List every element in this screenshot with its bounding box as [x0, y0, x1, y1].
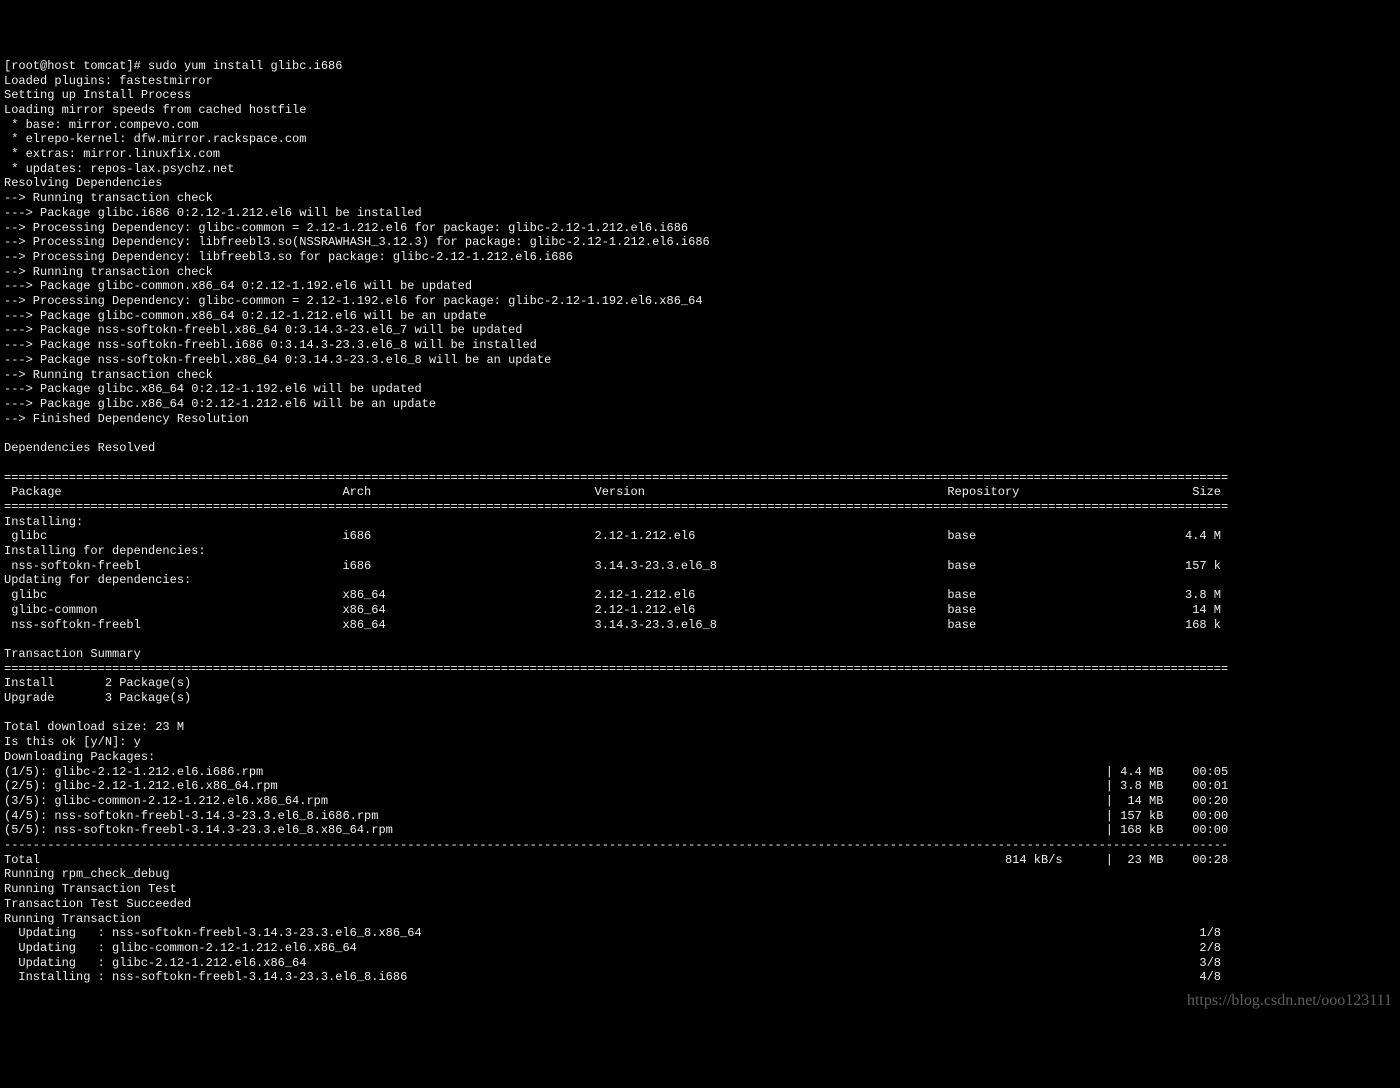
summary-line: Upgrade 3 Package(s) [4, 691, 191, 705]
output-line: Loading mirror speeds from cached hostfi… [4, 103, 306, 117]
output-line: Downloading Packages: [4, 750, 155, 764]
output-line: --> Running transaction check [4, 191, 213, 205]
shell-command[interactable]: sudo yum install glibc.i686 [148, 59, 342, 73]
terminal-output: [root@host tomcat]# sudo yum install gli… [4, 59, 1396, 985]
table-row: glibc i686 2.12-1.212.el6 base 4.4 M [4, 529, 1228, 543]
output-line: --> Processing Dependency: libfreebl3.so… [4, 235, 710, 249]
output-line: --> Running transaction check [4, 368, 213, 382]
summary-line: Install 2 Package(s) [4, 676, 191, 690]
download-line: (5/5): nss-softokn-freebl-3.14.3-23.3.el… [4, 823, 1228, 837]
transaction-step: Updating : glibc-common-2.12-1.212.el6.x… [4, 941, 1228, 955]
confirm-prompt: Is this ok [y/N]: [4, 735, 126, 749]
output-line: Running rpm_check_debug [4, 867, 170, 881]
download-total: Total 814 kB/s | 23 MB 00:28 [4, 853, 1228, 867]
output-line: ---> Package glibc.i686 0:2.12-1.212.el6… [4, 206, 422, 220]
hr-eq: ========================================… [4, 471, 1228, 485]
output-line: Running Transaction [4, 912, 141, 926]
watermark: https://blog.csdn.net/ooo123111 [1187, 994, 1392, 1009]
table-row: glibc-common x86_64 2.12-1.212.el6 base … [4, 603, 1228, 617]
hr-eq: ========================================… [4, 500, 1228, 514]
output-line: Setting up Install Process [4, 88, 191, 102]
output-line: --> Running transaction check [4, 265, 213, 279]
table-row: nss-softokn-freebl i686 3.14.3-23.3.el6_… [4, 559, 1228, 573]
output-line: --> Processing Dependency: glibc-common … [4, 294, 703, 308]
output-line: ---> Package nss-softokn-freebl.i686 0:3… [4, 338, 537, 352]
output-line: ---> Package glibc.x86_64 0:2.12-1.212.e… [4, 397, 436, 411]
section-title: Installing for dependencies: [4, 544, 206, 558]
download-line: (4/5): nss-softokn-freebl-3.14.3-23.3.el… [4, 809, 1228, 823]
hr-eq: ========================================… [4, 662, 1228, 676]
output-line: Resolving Dependencies [4, 176, 162, 190]
transaction-step: Installing : nss-softokn-freebl-3.14.3-2… [4, 970, 1228, 984]
download-line: (2/5): glibc-2.12-1.212.el6.x86_64.rpm |… [4, 779, 1228, 793]
output-line: --> Processing Dependency: libfreebl3.so… [4, 250, 573, 264]
section-title: Transaction Summary [4, 647, 141, 661]
output-line: Loaded plugins: fastestmirror [4, 74, 213, 88]
output-line: ---> Package glibc-common.x86_64 0:2.12-… [4, 309, 486, 323]
table-row: nss-softokn-freebl x86_64 3.14.3-23.3.el… [4, 618, 1228, 632]
transaction-step: Updating : nss-softokn-freebl-3.14.3-23.… [4, 926, 1228, 940]
hr-dash: ----------------------------------------… [4, 838, 1228, 852]
output-line: --> Processing Dependency: glibc-common … [4, 221, 688, 235]
output-line: * extras: mirror.linuxfix.com [4, 147, 220, 161]
shell-prompt: [root@host tomcat]# [4, 59, 141, 73]
output-line: ---> Package glibc-common.x86_64 0:2.12-… [4, 279, 472, 293]
table-header: Package Arch Version Repository Size [4, 485, 1228, 499]
transaction-step: Updating : glibc-2.12-1.212.el6.x86_64 3… [4, 956, 1228, 970]
output-line: ---> Package nss-softokn-freebl.x86_64 0… [4, 353, 551, 367]
section-title: Updating for dependencies: [4, 573, 191, 587]
confirm-input[interactable]: y [134, 735, 141, 749]
output-line: --> Finished Dependency Resolution [4, 412, 249, 426]
output-line: Running Transaction Test [4, 882, 177, 896]
output-line: Dependencies Resolved [4, 441, 155, 455]
output-line: Total download size: 23 M [4, 720, 184, 734]
output-line: * elrepo-kernel: dfw.mirror.rackspace.co… [4, 132, 306, 146]
download-line: (3/5): glibc-common-2.12-1.212.el6.x86_6… [4, 794, 1228, 808]
output-line: * updates: repos-lax.psychz.net [4, 162, 234, 176]
output-line: ---> Package nss-softokn-freebl.x86_64 0… [4, 323, 522, 337]
download-line: (1/5): glibc-2.12-1.212.el6.i686.rpm | 4… [4, 765, 1228, 779]
table-row: glibc x86_64 2.12-1.212.el6 base 3.8 M [4, 588, 1228, 602]
output-line: * base: mirror.compevo.com [4, 118, 198, 132]
output-line: Transaction Test Succeeded [4, 897, 191, 911]
output-line: ---> Package glibc.x86_64 0:2.12-1.192.e… [4, 382, 422, 396]
section-title: Installing: [4, 515, 83, 529]
